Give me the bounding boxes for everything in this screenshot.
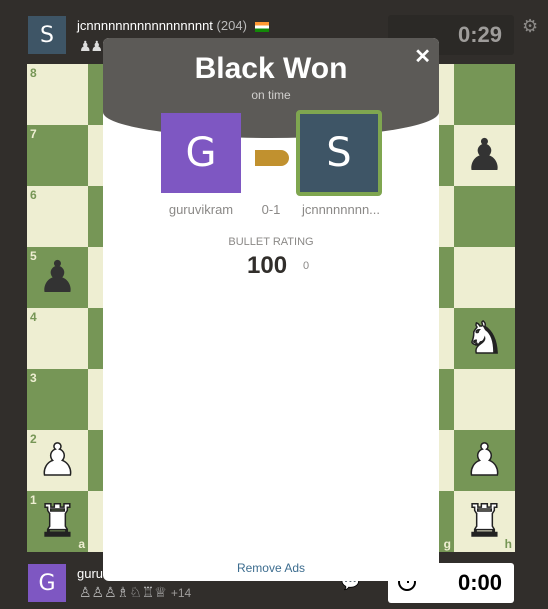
rank-label: 4 bbox=[30, 310, 37, 324]
rating-change: 0 bbox=[303, 260, 310, 272]
loser-name[interactable]: guruvikram bbox=[151, 202, 251, 217]
gear-icon[interactable]: ⚙ bbox=[522, 16, 538, 37]
bullet-icon bbox=[255, 150, 289, 166]
board-square-a6[interactable]: 6 bbox=[27, 186, 88, 247]
material-diff: +14 bbox=[170, 586, 192, 600]
captured-pieces-list: ♙♙♙♗♘♖♕ bbox=[79, 584, 167, 600]
rank-label: 3 bbox=[30, 371, 37, 385]
rank-label: 7 bbox=[30, 127, 37, 141]
board-square-h3[interactable] bbox=[454, 369, 515, 430]
rating-value: 100 bbox=[247, 252, 288, 279]
opponent-rating: (204) bbox=[216, 18, 247, 33]
result-subtitle: on time bbox=[251, 88, 291, 102]
black-pawn-piece[interactable]: ♟ bbox=[27, 247, 88, 308]
board-square-a7[interactable]: 7 bbox=[27, 125, 88, 186]
remove-ads-link[interactable]: Remove Ads bbox=[103, 561, 439, 575]
board-square-h2[interactable]: ♟ bbox=[454, 430, 515, 491]
board-square-a3[interactable]: 3 bbox=[27, 369, 88, 430]
rating-label: BULLET RATING bbox=[228, 236, 314, 248]
board-square-a8[interactable]: 8 bbox=[27, 64, 88, 125]
opponent-username[interactable]: jcnnnnnnnnnnnnnnnnnt bbox=[77, 18, 213, 33]
player-clock-time: 0:00 bbox=[457, 570, 502, 595]
game-score: 0-1 bbox=[261, 202, 281, 217]
board-square-a5[interactable]: 5 ♟ bbox=[27, 247, 88, 308]
board-square-h4[interactable]: ♞ bbox=[454, 308, 515, 369]
winner-name[interactable]: jcnnnnnnnn... bbox=[291, 202, 391, 217]
board-square-h7[interactable]: ♟ bbox=[454, 125, 515, 186]
result-title: Black Won bbox=[194, 52, 348, 85]
flag-icon bbox=[254, 21, 269, 32]
opponent-avatar[interactable]: S bbox=[28, 16, 66, 54]
board-square-h8[interactable] bbox=[454, 64, 515, 125]
player-captured-pieces: ♙♙♙♗♘♖♕ +14 bbox=[79, 584, 191, 601]
white-pawn-piece[interactable]: ♟ bbox=[27, 430, 88, 491]
file-label: g bbox=[443, 537, 451, 551]
rank-label: 6 bbox=[30, 188, 37, 202]
white-rook-piece[interactable]: ♜ bbox=[454, 491, 515, 552]
winner-avatar[interactable]: S bbox=[296, 110, 382, 196]
board-square-a2[interactable]: 2 ♟ bbox=[27, 430, 88, 491]
player-avatar[interactable]: G bbox=[28, 564, 66, 602]
board-square-a1[interactable]: 1 a ♜ bbox=[27, 491, 88, 552]
white-pawn-piece[interactable]: ♟ bbox=[454, 430, 515, 491]
game-result-modal: Black Won on time ✕ G S guruvikram 0-1 j… bbox=[103, 38, 439, 581]
white-rook-piece[interactable]: ♜ bbox=[27, 491, 88, 552]
board-square-h5[interactable] bbox=[454, 247, 515, 308]
board-square-h6[interactable] bbox=[454, 186, 515, 247]
board-square-h1[interactable]: h ♜ bbox=[454, 491, 515, 552]
opponent-info: jcnnnnnnnnnnnnnnnnnt (204) bbox=[77, 18, 269, 33]
board-square-a4[interactable]: 4 bbox=[27, 308, 88, 369]
white-knight-piece[interactable]: ♞ bbox=[454, 308, 515, 369]
loser-avatar[interactable]: G bbox=[161, 113, 241, 193]
black-pawn-piece[interactable]: ♟ bbox=[454, 125, 515, 186]
rank-label: 8 bbox=[30, 66, 37, 80]
close-button[interactable]: ✕ bbox=[414, 44, 431, 69]
